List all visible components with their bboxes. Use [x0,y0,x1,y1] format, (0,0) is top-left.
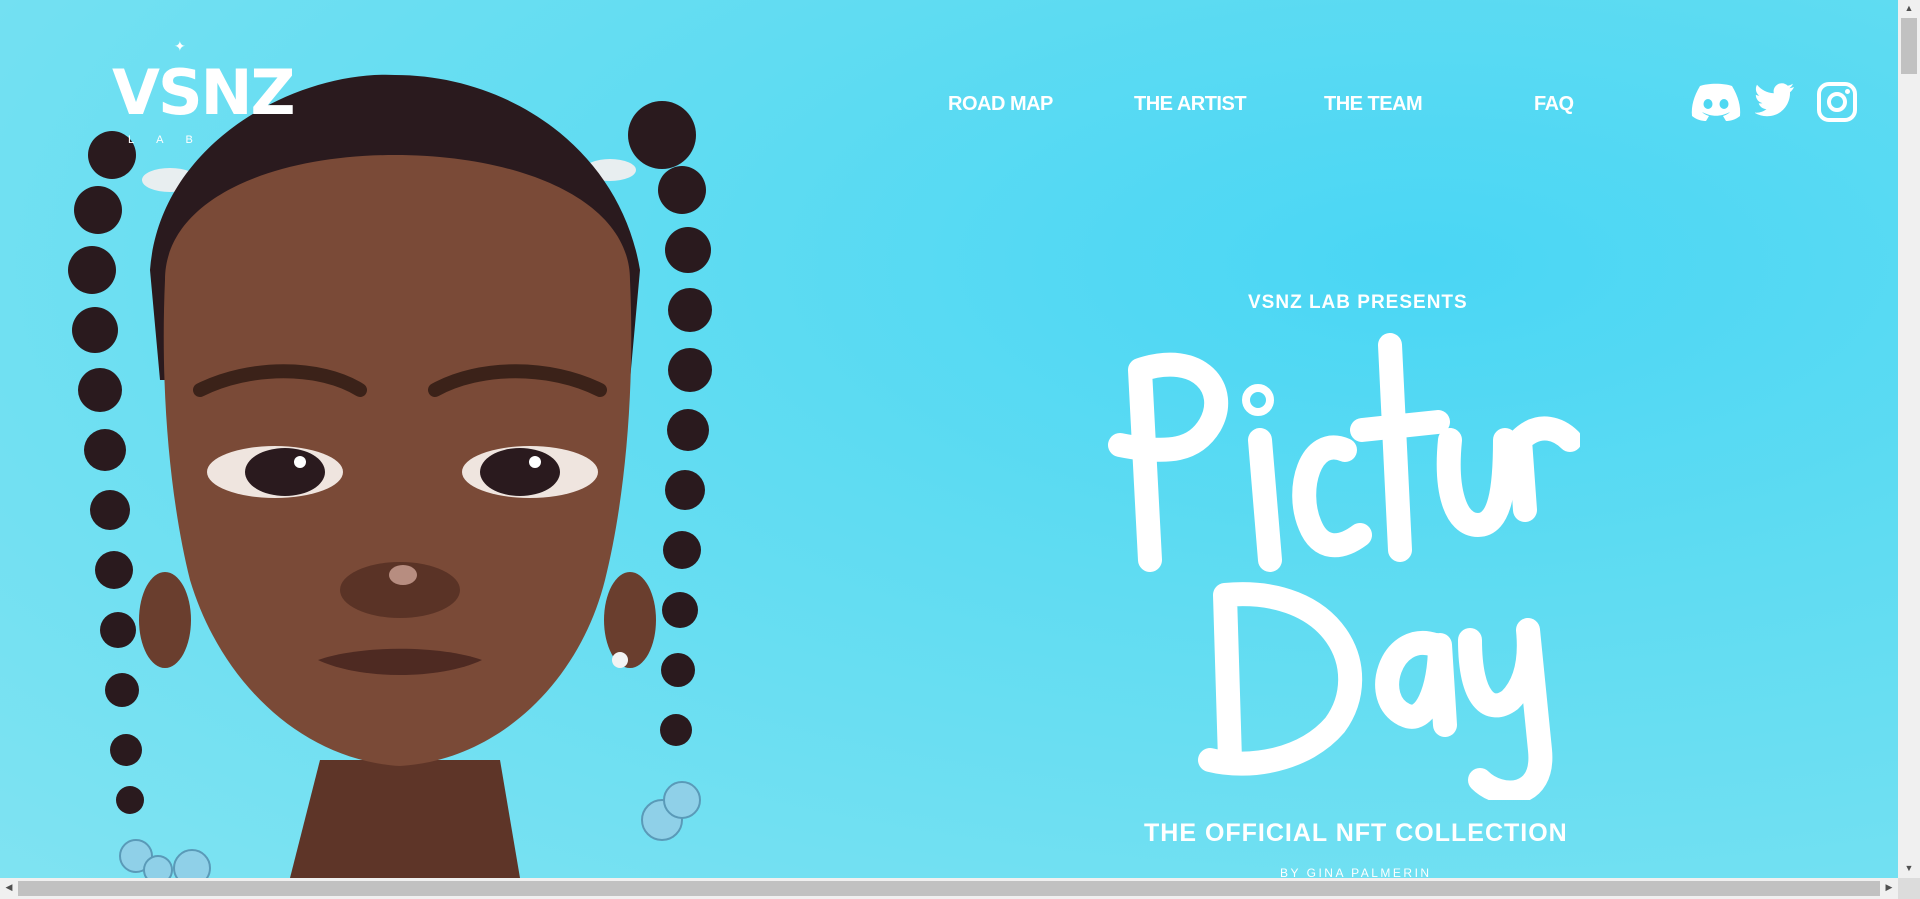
collection-subtitle: THE OFFICIAL NFT COLLECTION [1144,819,1568,847]
instagram-icon[interactable] [1817,82,1857,122]
vertical-scrollbar[interactable]: ▲ ▼ [1898,0,1920,878]
portrait-illustration [68,74,712,878]
vertical-scroll-thumb[interactable] [1901,18,1917,74]
artist-byline: BY GINA PALMERIN [1280,866,1432,878]
scroll-down-icon[interactable]: ▼ [1903,863,1915,875]
left-ear [139,572,191,668]
left-braid [68,131,144,814]
scroll-left-icon[interactable]: ◀ [3,882,15,893]
nav-the-artist[interactable]: THE ARTIST [1134,93,1247,116]
neck [290,760,520,878]
discord-icon[interactable] [1690,82,1742,122]
main-nav: ROAD MAP THE ARTIST THE TEAM FAQ [0,93,1898,117]
earring [612,652,628,668]
nav-road-map[interactable]: ROAD MAP [948,93,1053,116]
logo-star: ✦ [174,38,186,54]
scrollbar-corner [1898,878,1920,899]
scroll-right-icon[interactable]: ▶ [1883,882,1895,893]
nav-the-team[interactable]: THE TEAM [1324,93,1423,116]
nav-faq[interactable]: FAQ [1534,93,1574,116]
twitter-icon[interactable] [1755,82,1795,118]
presents-label: VSNZ LAB PRESENTS [1248,292,1468,313]
picture-day-title [1108,333,1580,800]
horizontal-scrollbar[interactable]: ◀ ▶ [0,878,1898,899]
page: ✦ VSNZ LAB ROAD MAP THE ARTIST THE TEAM … [0,0,1898,878]
scroll-up-icon[interactable]: ▲ [1903,3,1915,15]
right-ear [604,572,656,668]
logo-subtitle: LAB [128,134,215,146]
horizontal-scroll-thumb[interactable] [18,881,1880,896]
